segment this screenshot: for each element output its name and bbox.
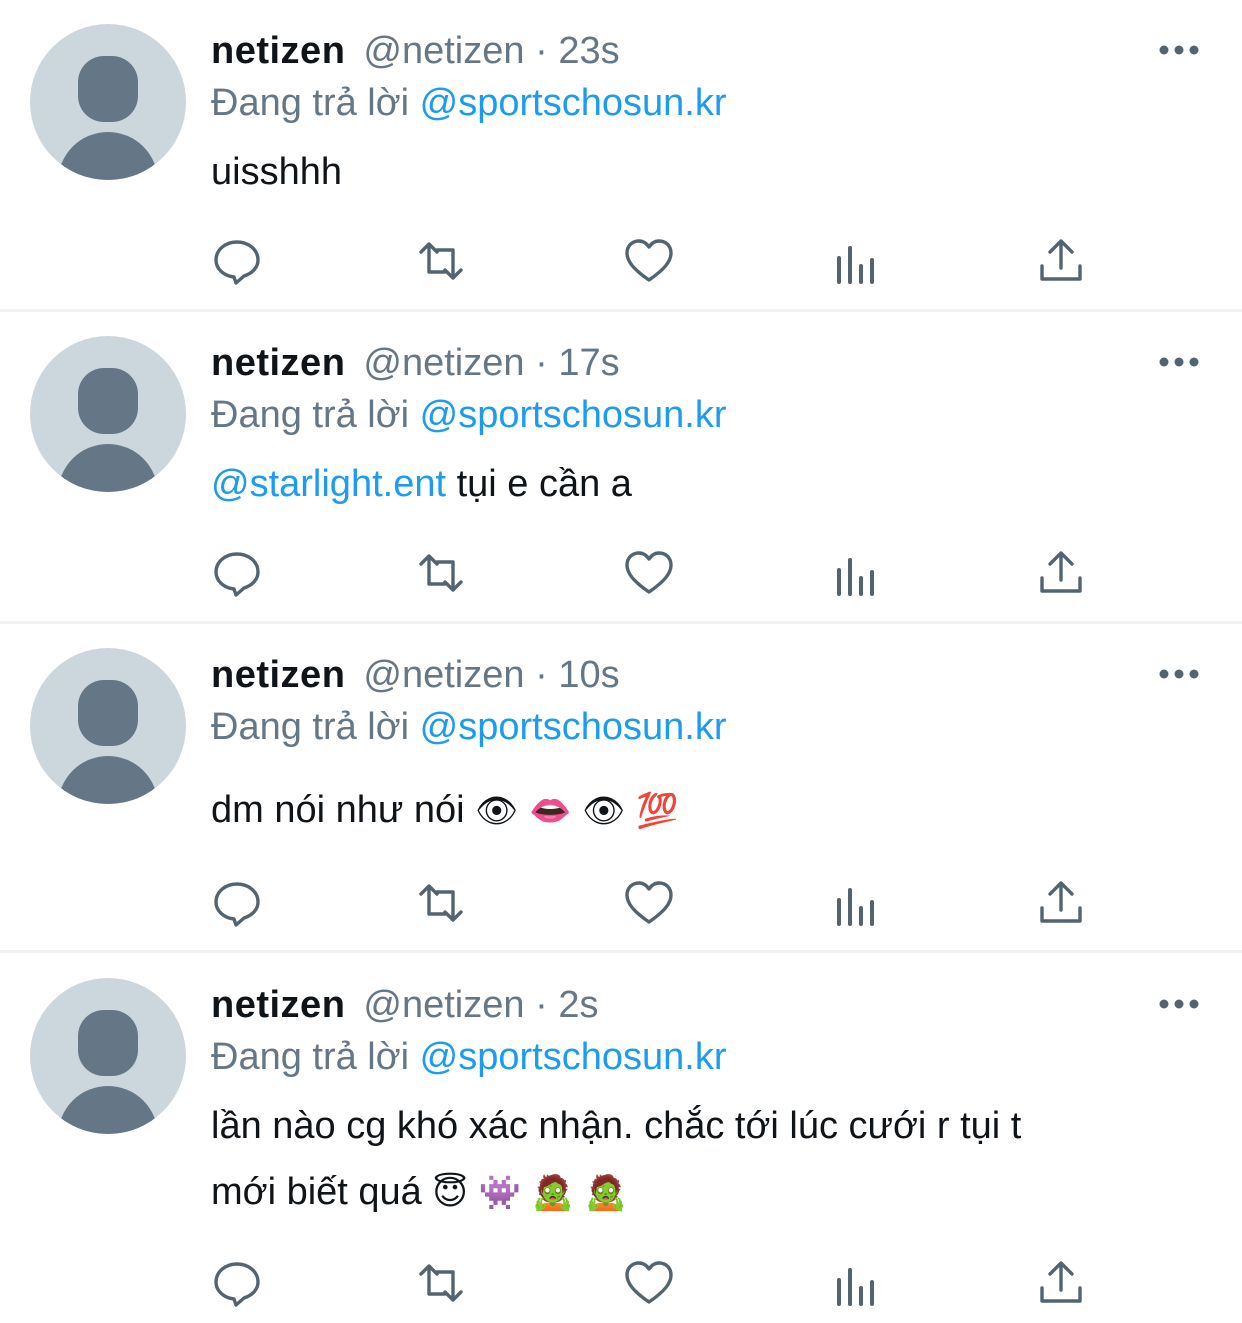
tweet-actions [211,878,1111,928]
reply-context: Đang trả lời @sportschosun.kr [211,392,726,438]
reply-icon[interactable] [211,548,263,598]
like-icon[interactable] [623,236,675,286]
tweet-text-content: dm nói như nói [211,789,465,831]
reply-icon[interactable] [211,236,263,286]
reply-prefix: Đang trả lời [211,394,410,436]
tweet-text: uisshhh [211,140,342,204]
retweet-icon[interactable] [415,878,467,928]
tweet-actions [211,1258,1111,1308]
tweet-text: dm nói như nói 👁 👄 👁 💯 [211,778,679,843]
timestamp[interactable]: 17s [558,342,619,384]
like-icon[interactable] [623,548,675,598]
avatar-body [58,444,158,492]
separator: · [535,654,548,696]
avatar[interactable] [30,648,186,804]
tweet-text-content: tụi e cần a [446,463,632,505]
reply-to-link[interactable]: @sportschosun.kr [420,394,727,436]
views-icon[interactable] [831,548,883,598]
separator: · [535,30,548,72]
avatar-head [78,56,138,122]
reply-to-link[interactable]: @sportschosun.kr [420,706,727,748]
tweet-text: lần nào cg khó xác nhận. chắc tới lúc cư… [211,1094,1021,1158]
retweet-icon[interactable] [415,548,467,598]
tweet-header: netizen @netizen · 2s [211,982,598,1028]
tweet-text-line2: mới biết quá 😇 👾 🧟 🧟 [211,1160,627,1225]
user-handle[interactable]: @netizen [363,342,524,384]
separator: · [535,984,548,1026]
timestamp[interactable]: 2s [558,984,598,1026]
reply-context: Đang trả lời @sportschosun.kr [211,80,726,126]
divider [0,309,1242,312]
like-icon[interactable] [623,878,675,928]
avatar-head [78,680,138,746]
avatar[interactable] [30,336,186,492]
reply-to-link[interactable]: @sportschosun.kr [420,82,727,124]
avatar[interactable] [30,24,186,180]
avatar[interactable] [30,978,186,1134]
tweet-emojis: 👁 👄 👁 💯 [475,791,679,831]
retweet-icon[interactable] [415,1258,467,1308]
reply-prefix: Đang trả lời [211,1036,410,1078]
avatar-body [58,756,158,804]
share-icon[interactable] [1035,236,1087,286]
tweet-header: netizen @netizen · 10s [211,652,620,698]
avatar-body [58,132,158,180]
user-handle[interactable]: @netizen [363,984,524,1026]
avatar-body [58,1086,158,1134]
avatar-head [78,368,138,434]
tweet-text: @starlight.ent tụi e cần a [211,452,632,516]
user-handle[interactable]: @netizen [363,654,524,696]
display-name[interactable]: netizen [211,654,345,696]
share-icon[interactable] [1035,878,1087,928]
more-icon[interactable] [1156,352,1202,372]
tweet-emojis: 😇 👾 🧟 🧟 [432,1173,628,1213]
views-icon[interactable] [831,1258,883,1308]
separator: · [535,342,548,384]
like-icon[interactable] [623,1258,675,1308]
tweet-actions [211,236,1111,286]
more-icon[interactable] [1156,664,1202,684]
reply-context: Đang trả lời @sportschosun.kr [211,1034,726,1080]
reply-icon[interactable] [211,1258,263,1308]
reply-to-link[interactable]: @sportschosun.kr [420,1036,727,1078]
tweet-text-content: uisshhh [211,151,342,193]
reply-icon[interactable] [211,878,263,928]
display-name[interactable]: netizen [211,30,345,72]
tweet-text-content-line2: mới biết quá [211,1171,422,1213]
more-icon[interactable] [1156,994,1202,1014]
display-name[interactable]: netizen [211,984,345,1026]
tweet-header: netizen @netizen · 23s [211,28,620,74]
tweet-text-content: lần nào cg khó xác nhận. chắc tới lúc cư… [211,1105,1022,1147]
reply-context: Đang trả lời @sportschosun.kr [211,704,726,750]
views-icon[interactable] [831,878,883,928]
avatar-head [78,1010,138,1076]
more-icon[interactable] [1156,40,1202,60]
mention-link[interactable]: @starlight.ent [211,463,446,505]
views-icon[interactable] [831,236,883,286]
reply-prefix: Đang trả lời [211,82,410,124]
timestamp[interactable]: 10s [558,654,619,696]
divider [0,950,1242,953]
share-icon[interactable] [1035,548,1087,598]
divider [0,621,1242,624]
display-name[interactable]: netizen [211,342,345,384]
tweet-header: netizen @netizen · 17s [211,340,620,386]
timestamp[interactable]: 23s [558,30,619,72]
share-icon[interactable] [1035,1258,1087,1308]
retweet-icon[interactable] [415,236,467,286]
reply-prefix: Đang trả lời [211,706,410,748]
user-handle[interactable]: @netizen [363,30,524,72]
tweet-actions [211,548,1111,598]
